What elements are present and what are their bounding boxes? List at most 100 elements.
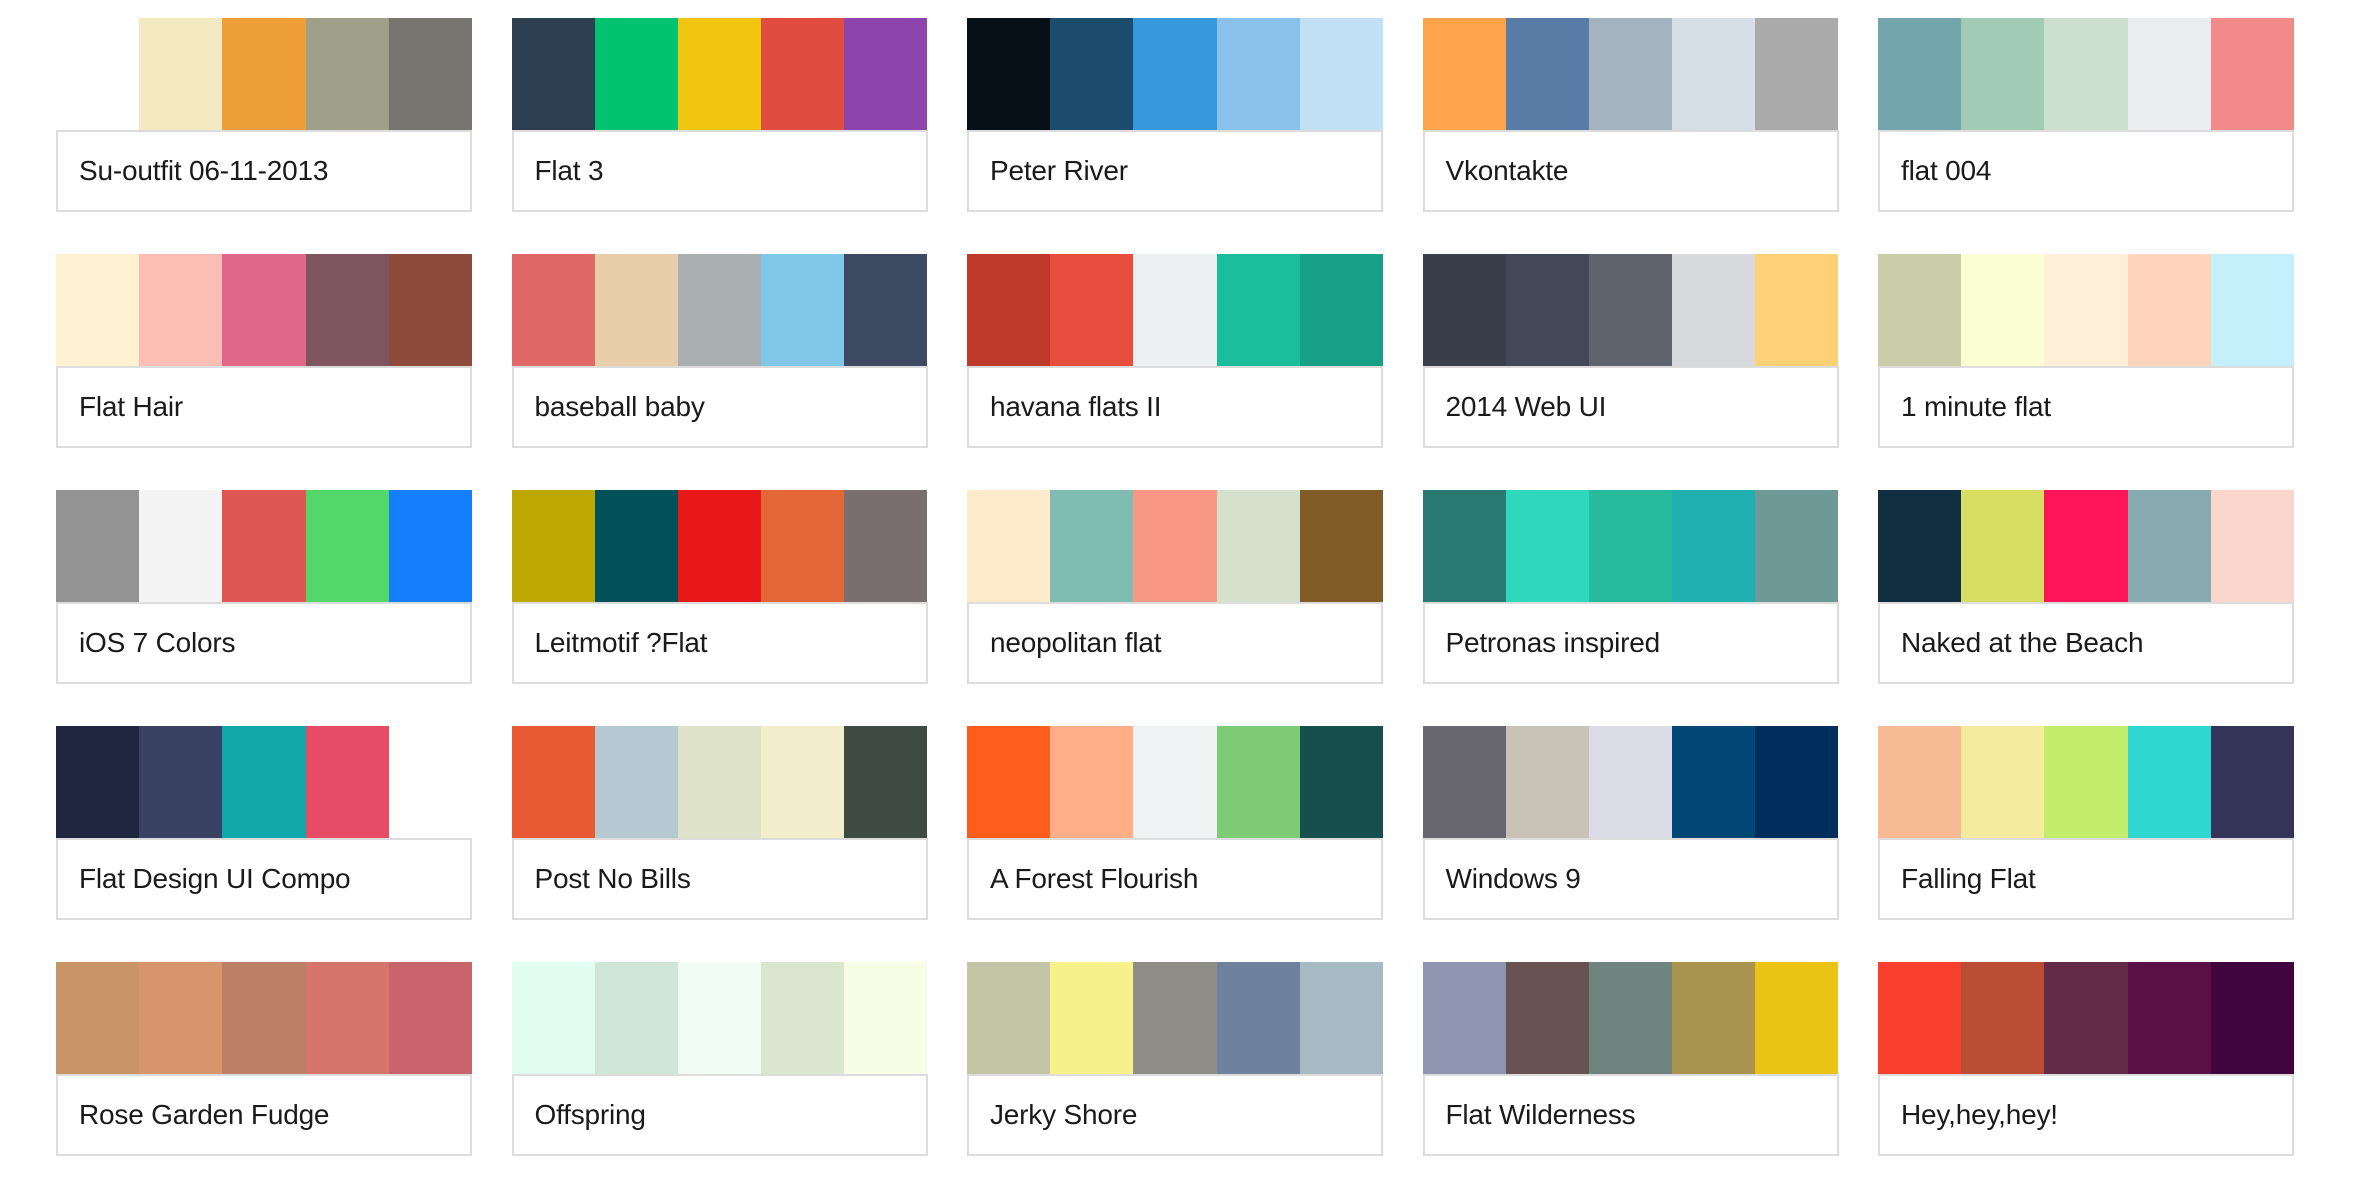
palette-name[interactable]: Falling Flat [1878,838,2294,920]
color-swatch[interactable] [2044,18,2128,130]
palette-name[interactable]: baseball baby [511,366,928,448]
color-swatch[interactable] [1050,254,1134,366]
color-swatch[interactable] [594,490,678,602]
color-swatch[interactable] [967,254,1051,366]
color-swatch[interactable] [305,962,389,1074]
color-swatch[interactable] [1422,490,1506,602]
color-swatch[interactable] [2127,962,2211,1074]
color-swatch[interactable] [1588,962,1673,1074]
color-swatch[interactable] [844,726,928,838]
color-swatch[interactable] [594,726,678,838]
color-swatch[interactable] [761,254,845,366]
color-swatch[interactable] [56,962,140,1074]
palette-card[interactable]: Peter River [967,18,1383,212]
color-swatch[interactable] [967,18,1051,130]
color-swatch[interactable] [1961,962,2045,1074]
palette-card[interactable]: Falling Flat [1878,726,2294,920]
color-swatch[interactable] [761,962,845,1074]
color-swatch[interactable] [1878,254,1962,366]
palette-card[interactable]: Offspring [511,962,928,1156]
palette-swatches[interactable] [1422,726,1839,838]
color-swatch[interactable] [388,254,472,366]
palette-swatches[interactable] [511,254,928,366]
palette-name[interactable]: flat 004 [1878,130,2294,212]
color-swatch[interactable] [967,962,1051,1074]
color-swatch[interactable] [1422,726,1506,838]
palette-swatches[interactable] [56,18,472,130]
color-swatch[interactable] [1588,490,1673,602]
palette-swatches[interactable] [967,18,1383,130]
color-swatch[interactable] [139,726,223,838]
color-swatch[interactable] [139,490,223,602]
palette-swatches[interactable] [56,962,472,1074]
color-swatch[interactable] [1755,254,1839,366]
palette-swatches[interactable] [967,490,1383,602]
color-swatch[interactable] [511,726,595,838]
color-swatch[interactable] [1133,962,1217,1074]
palette-name[interactable]: A Forest Flourish [967,838,1383,920]
color-swatch[interactable] [594,18,678,130]
palette-card[interactable]: Naked at the Beach [1878,490,2294,684]
palette-card[interactable]: neopolitan flat [967,490,1383,684]
color-swatch[interactable] [1878,490,1962,602]
color-swatch[interactable] [2044,254,2128,366]
color-swatch[interactable] [1755,726,1839,838]
palette-name[interactable]: Petronas inspired [1422,602,1839,684]
color-swatch[interactable] [1505,18,1589,130]
palette-card[interactable]: 2014 Web UI [1422,254,1839,448]
color-swatch[interactable] [844,18,928,130]
palette-swatches[interactable] [1878,254,2294,366]
color-swatch[interactable] [1299,962,1383,1074]
palette-name[interactable]: 1 minute flat [1878,366,2294,448]
color-swatch[interactable] [56,18,140,130]
palette-name[interactable]: Vkontakte [1422,130,1839,212]
color-swatch[interactable] [2210,726,2294,838]
palette-card[interactable]: Post No Bills [511,726,928,920]
palette-name[interactable]: Flat 3 [511,130,928,212]
palette-swatches[interactable] [56,726,472,838]
color-swatch[interactable] [2127,18,2211,130]
color-swatch[interactable] [56,254,140,366]
palette-card[interactable]: A Forest Flourish [967,726,1383,920]
palette-swatches[interactable] [56,490,472,602]
palette-name[interactable]: Flat Design UI Compo [56,838,472,920]
color-swatch[interactable] [222,962,306,1074]
color-swatch[interactable] [1422,254,1506,366]
color-swatch[interactable] [305,726,389,838]
color-swatch[interactable] [677,18,762,130]
color-swatch[interactable] [1961,254,2045,366]
color-swatch[interactable] [761,726,845,838]
palette-name[interactable]: 2014 Web UI [1422,366,1839,448]
color-swatch[interactable] [2210,18,2294,130]
color-swatch[interactable] [1216,490,1300,602]
color-swatch[interactable] [139,962,223,1074]
color-swatch[interactable] [1216,726,1300,838]
palette-swatches[interactable] [967,254,1383,366]
color-swatch[interactable] [1672,962,1756,1074]
color-swatch[interactable] [388,962,472,1074]
color-swatch[interactable] [1672,18,1756,130]
color-swatch[interactable] [967,490,1051,602]
palette-card[interactable]: Flat 3 [511,18,928,212]
palette-card[interactable]: Flat Wilderness [1422,962,1839,1156]
palette-card[interactable]: 1 minute flat [1878,254,2294,448]
color-swatch[interactable] [1672,490,1756,602]
color-swatch[interactable] [1505,962,1589,1074]
color-swatch[interactable] [2127,726,2211,838]
color-swatch[interactable] [1672,254,1756,366]
color-swatch[interactable] [1133,254,1217,366]
color-swatch[interactable] [761,18,845,130]
palette-card[interactable]: Hey,hey,hey! [1878,962,2294,1156]
palette-card[interactable]: Rose Garden Fudge [56,962,472,1156]
color-swatch[interactable] [388,18,472,130]
palette-swatches[interactable] [1422,254,1839,366]
color-swatch[interactable] [1133,18,1217,130]
palette-card[interactable]: Jerky Shore [967,962,1383,1156]
color-swatch[interactable] [511,18,595,130]
color-swatch[interactable] [139,254,223,366]
color-swatch[interactable] [305,18,389,130]
color-swatch[interactable] [1588,254,1673,366]
palette-swatches[interactable] [511,726,928,838]
color-swatch[interactable] [2044,490,2128,602]
palette-swatches[interactable] [511,962,928,1074]
